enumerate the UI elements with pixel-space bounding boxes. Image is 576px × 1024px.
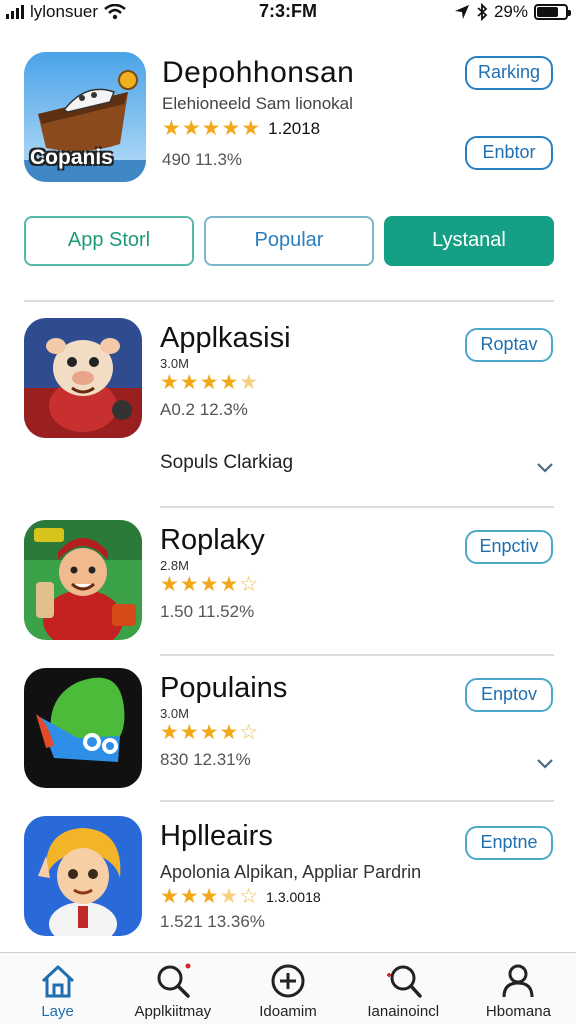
star-rating: ★ ★ ★ ★ ★ <box>160 372 258 393</box>
section-label[interactable]: Sopuls Clarkiag <box>160 452 293 474</box>
battery-percent: 29% <box>493 2 528 21</box>
app-name[interactable]: Hplleairs <box>160 820 273 853</box>
segment-app-store[interactable]: App Storl <box>24 216 194 266</box>
star-icon: ★ <box>201 117 221 140</box>
app-rating: ★ ★ ★ ★ ☆ <box>160 574 258 595</box>
star-icon: ★ <box>199 885 219 908</box>
bluetooth-icon <box>477 3 488 21</box>
star-icon: ★ <box>179 371 199 394</box>
star-rating: ★ ★ ★ ★ ☆ <box>160 886 258 907</box>
star-icon: ★ <box>239 371 259 394</box>
app-rating: ★ ★ ★ ★ ☆ 1.3.0018 <box>160 886 321 907</box>
get-button[interactable]: Roptav <box>465 328 553 362</box>
star-icon: ★ <box>219 885 239 908</box>
star-rating: ★ ★ ★ ★ ☆ <box>160 574 258 595</box>
chevron-down-icon[interactable] <box>536 458 554 476</box>
home-icon <box>41 965 74 998</box>
featured-app[interactable]: Copanis Depohhonsan Elehioneeld Sam lion… <box>0 46 576 196</box>
divider <box>160 506 554 508</box>
star-icon: ★ <box>160 721 179 744</box>
star-icon: ★ <box>160 573 179 596</box>
divider <box>24 300 554 302</box>
get-button[interactable]: Enptne <box>465 826 553 860</box>
battery-fill <box>537 7 558 17</box>
bottom-nav: Laye Applkiitmay Idoamim Ianainoincl Hbo… <box>0 952 576 1024</box>
nav-item-discover[interactable]: Ianainoincl <box>346 953 461 1024</box>
star-icon: ☆ <box>239 885 259 908</box>
ship-icon-text: Copanis <box>30 146 113 169</box>
star-icon: ★ <box>199 573 219 596</box>
featured-rating: ★ ★ ★ ★ ★ 1.2018 <box>162 118 320 139</box>
star-icon: ★ <box>181 117 201 140</box>
nav-item-home[interactable]: Laye <box>0 953 115 1024</box>
cartoon-chef-icon[interactable] <box>24 520 142 640</box>
star-icon: ★ <box>199 721 219 744</box>
nav-item-add[interactable]: Idoamim <box>230 953 345 1024</box>
nav-label: Ianainoincl <box>367 1003 440 1020</box>
app-name[interactable]: Applkasisi <box>160 322 291 355</box>
nav-label: Idoamim <box>259 1003 317 1020</box>
ship-icon[interactable]: Copanis <box>24 52 146 182</box>
battery-icon <box>534 4 571 20</box>
star-rating: ★ ★ ★ ★ ★ <box>162 118 260 139</box>
featured-title: Depohhonsan <box>162 56 355 89</box>
app-rating-text: 1.3.0018 <box>266 888 321 905</box>
app-meta: A0.2 12.3% <box>160 400 248 419</box>
star-icon: ☆ <box>239 573 259 596</box>
star-icon: ★ <box>179 885 199 908</box>
app-name[interactable]: Roplaky <box>160 524 265 557</box>
nav-label: Hbomana <box>485 1003 551 1020</box>
star-rating: ★ ★ ★ ★ ☆ <box>160 722 258 743</box>
star-icon: ★ <box>241 117 261 140</box>
star-icon: ☆ <box>239 721 259 744</box>
star-icon: ★ <box>199 371 219 394</box>
segment-control: App Storl Popular Lystanal <box>24 216 554 266</box>
cartoon-pig-icon[interactable] <box>24 318 142 438</box>
app-size: 3.0M <box>160 706 189 721</box>
segment-popular[interactable]: Popular <box>204 216 374 266</box>
star-icon: ★ <box>162 117 181 140</box>
search-sparkle-icon <box>387 965 422 998</box>
app-rating: ★ ★ ★ ★ ☆ <box>160 722 258 743</box>
enbtor-button[interactable]: Enbtor <box>465 136 553 170</box>
app-description: Apolonia Alpikan, Appliar Pardrin <box>160 862 422 882</box>
featured-rating-text: 1.2018 <box>268 118 321 138</box>
status-bar: lylonsuer 7:3:FM 29% <box>0 0 576 26</box>
star-icon: ★ <box>179 573 199 596</box>
star-icon: ★ <box>160 885 179 908</box>
add-icon <box>271 964 305 998</box>
cartoon-girl-icon[interactable] <box>24 816 142 936</box>
location-icon <box>454 5 469 19</box>
app-meta: 1.521 13.36% <box>160 912 265 931</box>
divider <box>160 800 554 802</box>
profile-icon <box>502 964 534 998</box>
star-icon: ★ <box>219 371 239 394</box>
featured-meta: 490 11.3% <box>162 150 243 169</box>
star-icon: ★ <box>219 573 239 596</box>
status-right: 29% <box>454 2 571 22</box>
segment-lystanal[interactable]: Lystanal <box>384 216 554 266</box>
app-meta: 1.50 11.52% <box>160 602 255 621</box>
ranking-button[interactable]: Rarking <box>465 56 553 90</box>
search-icon <box>157 963 191 998</box>
star-icon: ★ <box>221 117 241 140</box>
star-icon: ★ <box>179 721 199 744</box>
star-icon: ★ <box>219 721 239 744</box>
app-size: 2.8M <box>160 558 189 573</box>
get-button[interactable]: Enptov <box>465 678 553 712</box>
chevron-down-icon[interactable] <box>536 754 554 772</box>
star-icon: ★ <box>160 371 179 394</box>
nav-item-profile[interactable]: Hbomana <box>461 953 576 1024</box>
app-size: 3.0M <box>160 356 189 371</box>
featured-subtitle: Elehioneeld Sam lionokal <box>162 94 353 113</box>
divider <box>160 654 554 656</box>
nav-item-search[interactable]: Applkiitmay <box>115 953 230 1024</box>
nav-label: Laye <box>41 1003 74 1020</box>
app-name[interactable]: Populains <box>160 672 287 705</box>
app-meta: 830 12.31% <box>160 750 251 769</box>
leaf-logo-icon[interactable] <box>24 668 142 788</box>
app-rating: ★ ★ ★ ★ ★ <box>160 372 258 393</box>
get-button[interactable]: Enpctiv <box>465 530 553 564</box>
nav-label: Applkiitmay <box>134 1003 212 1020</box>
